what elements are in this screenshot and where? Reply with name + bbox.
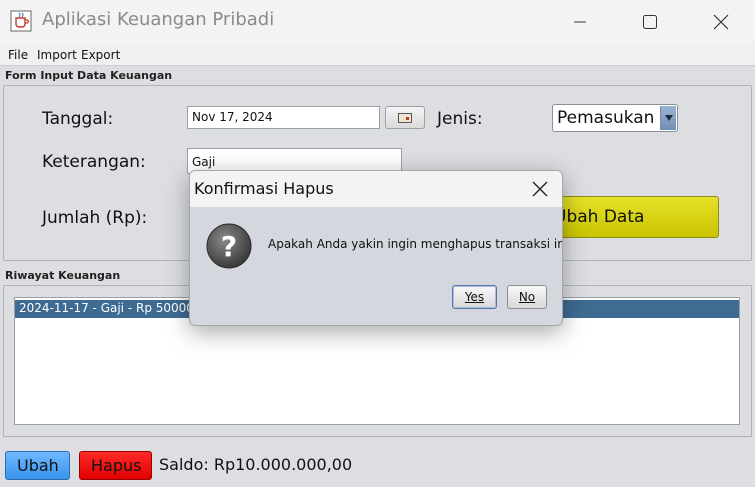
no-label: No bbox=[518, 290, 536, 304]
menu-bar: File Import Export bbox=[0, 44, 755, 66]
menu-export[interactable]: Export bbox=[81, 48, 120, 62]
minimize-icon bbox=[574, 21, 586, 23]
yes-button[interactable]: Yes bbox=[452, 285, 497, 309]
date-picker-button[interactable] bbox=[385, 106, 425, 129]
close-icon bbox=[713, 14, 729, 30]
close-icon bbox=[532, 181, 548, 197]
confirm-delete-dialog: Konfirmasi Hapus ? Apakah Anda yakin ing… bbox=[189, 170, 563, 326]
maximize-button[interactable] bbox=[627, 0, 673, 44]
minimize-button[interactable] bbox=[557, 0, 603, 44]
jumlah-label: Jumlah (Rp): bbox=[42, 208, 148, 228]
window-title: Aplikasi Keuangan Pribadi bbox=[42, 9, 275, 30]
ubah-button[interactable]: Ubah bbox=[5, 451, 70, 480]
tanggal-field[interactable]: Nov 17, 2024 bbox=[187, 106, 380, 129]
title-bar: Aplikasi Keuangan Pribadi bbox=[0, 0, 755, 44]
hapus-label: Hapus bbox=[91, 456, 142, 475]
yes-label: Yes bbox=[464, 290, 485, 304]
ubah-label: Ubah bbox=[17, 456, 59, 475]
hapus-button[interactable]: Hapus bbox=[79, 451, 152, 480]
dialog-close-button[interactable] bbox=[520, 175, 560, 203]
keterangan-label: Keterangan: bbox=[42, 152, 146, 172]
jenis-select[interactable]: Pemasukan bbox=[552, 104, 678, 132]
calendar-icon bbox=[398, 112, 412, 123]
dialog-title-bar: Konfirmasi Hapus bbox=[190, 171, 562, 207]
dialog-title: Konfirmasi Hapus bbox=[194, 179, 334, 198]
close-button[interactable] bbox=[698, 0, 744, 44]
menu-import[interactable]: Import bbox=[37, 48, 77, 62]
chevron-down-icon bbox=[660, 106, 676, 130]
history-section-title: Riwayat Keuangan bbox=[5, 269, 121, 282]
tanggal-label: Tanggal: bbox=[42, 109, 114, 129]
ubah-data-label: Ubah Data bbox=[554, 207, 645, 227]
question-icon: ? bbox=[206, 223, 252, 269]
menu-file[interactable]: File bbox=[8, 48, 28, 62]
java-cup-icon bbox=[10, 10, 32, 32]
jenis-label: Jenis: bbox=[437, 109, 483, 129]
maximize-icon bbox=[643, 15, 657, 29]
no-button[interactable]: No bbox=[507, 285, 547, 309]
svg-text:?: ? bbox=[221, 230, 237, 263]
ubah-data-button[interactable]: Ubah Data bbox=[540, 196, 719, 238]
saldo-text: Saldo: Rp10.000.000,00 bbox=[159, 455, 353, 474]
jenis-select-value: Pemasukan bbox=[557, 108, 655, 128]
form-section-title: Form Input Data Keuangan bbox=[5, 69, 173, 82]
dialog-message: Apakah Anda yakin ingin menghapus transa… bbox=[268, 237, 563, 251]
